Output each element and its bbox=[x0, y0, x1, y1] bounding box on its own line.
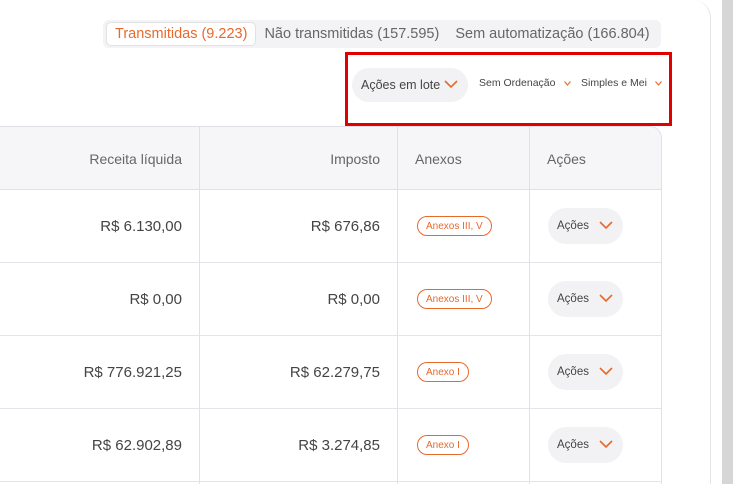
actions-cell: Ações bbox=[548, 263, 658, 335]
actions-cell: Ações bbox=[548, 409, 658, 481]
actions-cell: Ações bbox=[548, 190, 658, 262]
row-actions-label: Ações bbox=[557, 366, 589, 378]
row-actions-button[interactable]: Ações bbox=[548, 354, 623, 390]
annex-cell: Anexos III, V bbox=[417, 263, 527, 335]
table-row: R$ 776.921,25 R$ 62.279,75 Anexo I Ações bbox=[0, 336, 661, 409]
table-row: R$ 62.902,89 R$ 3.274,85 Anexo I Ações bbox=[0, 409, 661, 482]
revenue-cell: R$ 62.902,89 bbox=[91, 436, 182, 454]
annex-cell: Anexos III, V bbox=[417, 190, 527, 262]
tab-no-automation[interactable]: Sem automatização (166.804) bbox=[447, 22, 657, 46]
table-header: Receita líquida Imposto Anexos Ações bbox=[0, 127, 661, 190]
tab-transmitted[interactable]: Transmitidas (9.223) bbox=[106, 22, 257, 46]
column-divider bbox=[397, 127, 398, 484]
tax-cell: R$ 676,86 bbox=[310, 217, 380, 235]
row-actions-label: Ações bbox=[557, 220, 589, 232]
header-annexes: Anexos bbox=[415, 150, 462, 167]
chevron-down-icon bbox=[599, 221, 613, 230]
annex-badge: Anexo I bbox=[417, 362, 469, 382]
revenue-cell: R$ 0,00 bbox=[129, 290, 182, 308]
header-actions: Ações bbox=[547, 150, 586, 167]
data-table: Receita líquida Imposto Anexos Ações R$ … bbox=[0, 126, 662, 484]
right-gutter bbox=[711, 0, 722, 484]
chevron-down-icon bbox=[599, 440, 613, 449]
annex-badge: Anexos III, V bbox=[417, 289, 492, 309]
actions-cell: Ações bbox=[548, 336, 658, 408]
annex-cell: Anexo I bbox=[417, 336, 527, 408]
header-tax: Imposto bbox=[330, 150, 380, 167]
row-actions-label: Ações bbox=[557, 439, 589, 451]
tax-cell: R$ 62.279,75 bbox=[289, 363, 380, 381]
highlight-box bbox=[345, 52, 672, 126]
revenue-cell: R$ 6.130,00 bbox=[100, 217, 182, 235]
header-revenue: Receita líquida bbox=[89, 150, 182, 167]
tax-cell: R$ 0,00 bbox=[327, 290, 380, 308]
chevron-down-icon bbox=[599, 294, 613, 303]
column-divider bbox=[529, 127, 530, 484]
row-actions-button[interactable]: Ações bbox=[548, 208, 623, 244]
revenue-cell: R$ 776.921,25 bbox=[83, 363, 182, 381]
table-row: R$ 6.130,00 R$ 676,86 Anexos III, V Açõe… bbox=[0, 190, 661, 263]
row-actions-button[interactable]: Ações bbox=[548, 281, 623, 317]
annex-badge: Anexos III, V bbox=[417, 216, 492, 236]
chevron-down-icon bbox=[599, 367, 613, 376]
scrollbar[interactable] bbox=[722, 0, 733, 484]
tab-not-transmitted[interactable]: Não transmitidas (157.595) bbox=[256, 22, 447, 46]
row-actions-label: Ações bbox=[557, 293, 589, 305]
row-actions-button[interactable]: Ações bbox=[548, 427, 623, 463]
annex-cell: Anexo I bbox=[417, 409, 527, 481]
table-row: R$ 0,00 R$ 0,00 Anexos III, V Ações bbox=[0, 263, 661, 336]
tax-cell: R$ 3.274,85 bbox=[298, 436, 380, 454]
status-tabs: Transmitidas (9.223) Não transmitidas (1… bbox=[103, 20, 661, 48]
annex-badge: Anexo I bbox=[417, 435, 469, 455]
column-divider bbox=[199, 127, 200, 484]
